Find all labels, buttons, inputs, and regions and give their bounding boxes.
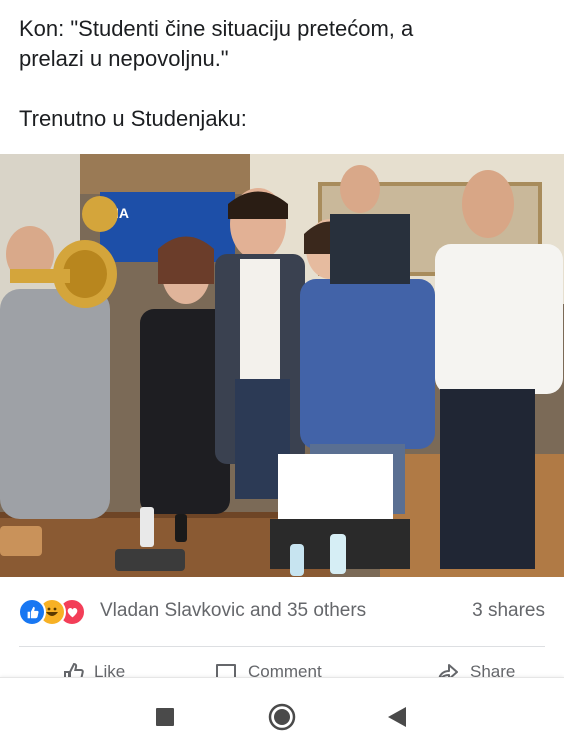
comment-icon bbox=[216, 664, 236, 678]
share-label: Share bbox=[470, 662, 516, 678]
like-button[interactable]: Like bbox=[62, 662, 125, 678]
home-icon bbox=[268, 703, 296, 731]
reactions-summary[interactable]: Vladan Slavkovic and 35 others bbox=[100, 600, 366, 622]
comment-label: Comment bbox=[248, 662, 322, 678]
system-navbar bbox=[0, 677, 564, 751]
post-text-line: prelazi u nepovoljnu." bbox=[19, 46, 229, 71]
post-text-line: Kon: "Studenti čine situaciju pretećom, … bbox=[19, 16, 414, 41]
photo-illustration: IA bbox=[0, 154, 564, 577]
post-text: Kon: "Studenti čine situaciju pretećom, … bbox=[19, 14, 539, 134]
shares-count[interactable]: 3 shares bbox=[472, 600, 545, 622]
post-text-line: Trenutno u Studenjaku: bbox=[19, 106, 247, 131]
recent-apps-button[interactable] bbox=[150, 702, 180, 732]
share-icon bbox=[438, 664, 458, 678]
like-label: Like bbox=[94, 662, 126, 678]
post-photo[interactable]: IA bbox=[0, 154, 564, 577]
back-icon bbox=[388, 707, 406, 727]
thumbs-up-icon bbox=[64, 662, 84, 678]
home-button[interactable] bbox=[267, 702, 297, 732]
back-button[interactable] bbox=[382, 702, 412, 732]
action-bar: Like Comment Share bbox=[0, 656, 564, 678]
comment-button[interactable]: Comment bbox=[214, 662, 322, 678]
recent-apps-icon bbox=[156, 708, 174, 726]
reactions-bar[interactable]: Vladan Slavkovic and 35 others 3 shares bbox=[0, 590, 564, 630]
divider bbox=[19, 646, 545, 647]
share-button[interactable]: Share bbox=[436, 662, 515, 678]
like-icon bbox=[18, 598, 46, 626]
